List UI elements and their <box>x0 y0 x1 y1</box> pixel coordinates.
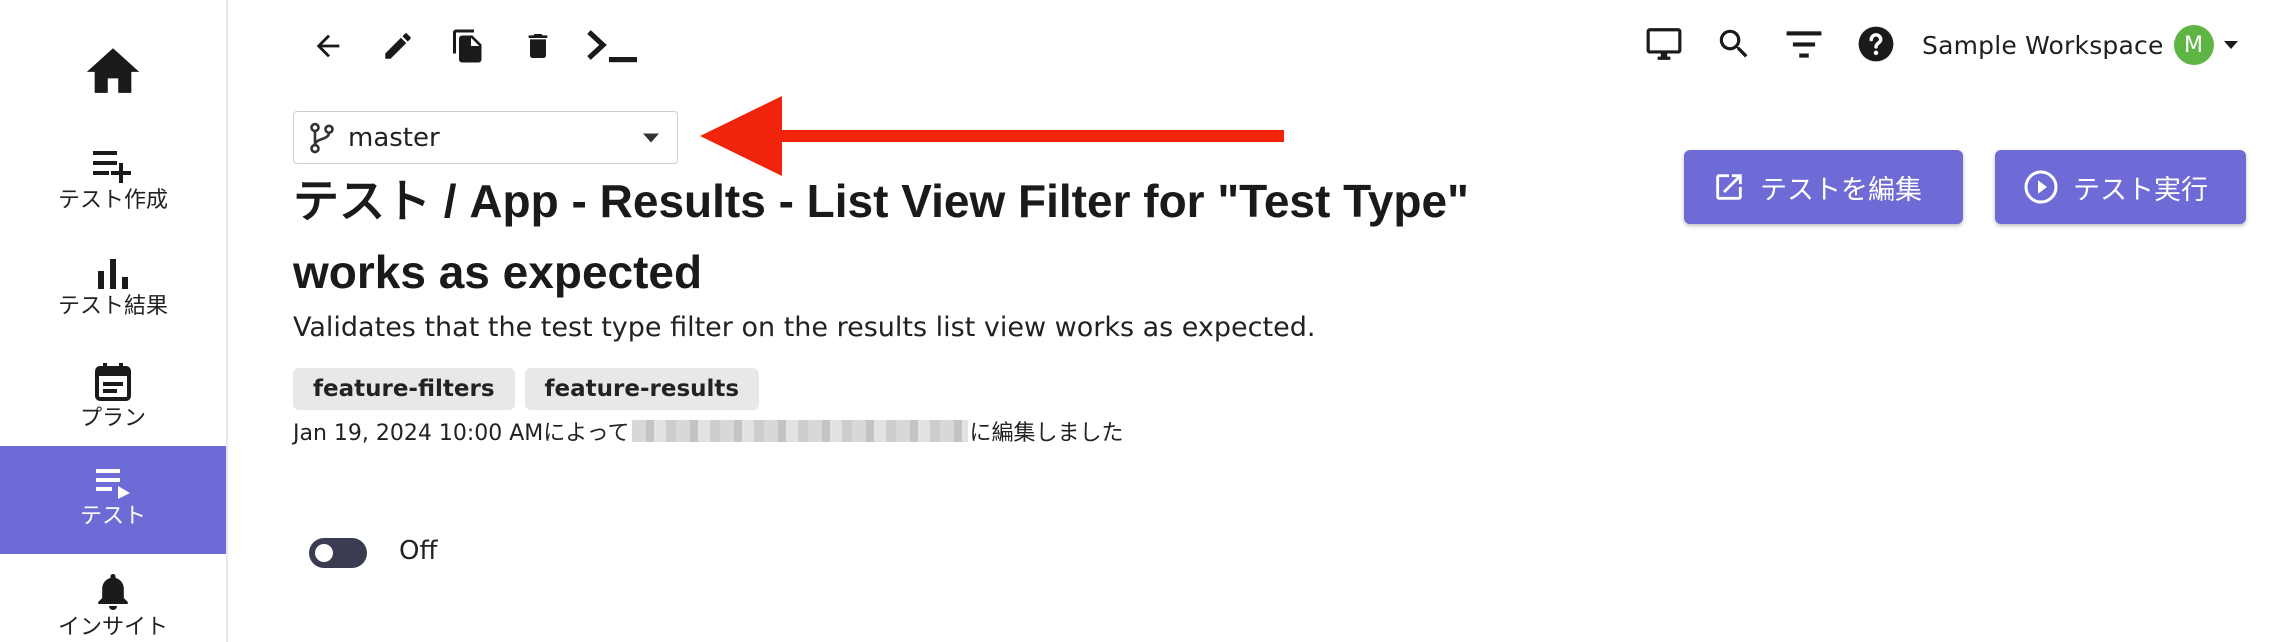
search-button[interactable] <box>1710 20 1758 68</box>
enable-toggle[interactable] <box>309 538 367 568</box>
sidebar-item-create-test[interactable]: テスト作成 <box>0 128 226 236</box>
tag-chip[interactable]: feature-filters <box>293 368 515 410</box>
avatar: M <box>2173 25 2214 65</box>
sidebar-item-tests[interactable]: テスト <box>0 446 226 554</box>
run-test-label: テスト実行 <box>2073 174 2208 206</box>
trash-icon <box>528 34 548 58</box>
workspace-switcher[interactable]: Sample Workspace M <box>1922 22 2238 68</box>
app-root: テスト作成 テスト結果 プラン テスト インサイト Sample Workspa… <box>0 0 2294 642</box>
edited-suffix: に編集しました <box>969 421 1124 446</box>
branch-select[interactable]: master <box>293 111 678 164</box>
edit-button[interactable] <box>374 22 422 70</box>
play-circle-icon <box>2024 170 2058 204</box>
sidebar-item-label: インサイト <box>57 615 168 640</box>
copy-icon <box>453 29 482 63</box>
external-link-icon <box>1716 174 1742 200</box>
sidebar-item-label: プラン <box>79 406 146 431</box>
edit-test-button[interactable]: テストを編集 <box>1684 150 1963 224</box>
pencil-icon <box>385 33 411 59</box>
workspace-name: Sample Workspace <box>1922 30 2164 60</box>
edited-info: Jan 19, 2024 10:00 AMによって に編集しました <box>293 416 1124 446</box>
bar-chart-icon <box>98 259 128 289</box>
caret-down-icon <box>2223 41 2238 49</box>
sidebar-item-test-results[interactable]: テスト結果 <box>0 236 226 344</box>
edit-test-label: テストを編集 <box>1760 174 1922 206</box>
playlist-add-icon <box>93 151 131 183</box>
playlist-play-icon <box>96 469 130 499</box>
sidebar-item-label: テスト結果 <box>57 294 168 319</box>
monitor-icon <box>1646 28 1682 60</box>
sidebar-item-label: テスト <box>79 504 146 529</box>
branch-value: master <box>348 122 440 153</box>
redacted-user <box>631 420 968 442</box>
terminal-icon <box>587 30 637 63</box>
help-button[interactable] <box>1852 20 1900 68</box>
toggle-knob <box>315 544 333 562</box>
home-icon <box>86 48 140 93</box>
display-button[interactable] <box>1640 20 1688 68</box>
calendar-icon <box>95 363 131 401</box>
tag-chip[interactable]: feature-results <box>524 368 760 410</box>
tag-list: feature-filters feature-results <box>293 368 760 410</box>
help-icon <box>1858 26 1894 62</box>
git-branch-icon <box>310 122 334 153</box>
caret-down-icon <box>643 133 659 142</box>
filter-button[interactable] <box>1780 20 1828 68</box>
edited-timestamp: Jan 19, 2024 10:00 AMによって <box>293 421 630 446</box>
home-button[interactable] <box>0 40 226 102</box>
page-title: テスト / App - Results - List View Filter f… <box>293 175 1469 298</box>
search-icon <box>1719 29 1748 58</box>
terminal-button[interactable] <box>584 22 642 70</box>
run-test-button[interactable]: テスト実行 <box>1995 150 2246 224</box>
bell-icon <box>98 574 128 610</box>
annotation-arrow <box>700 96 1284 176</box>
arrow-back-icon <box>316 34 340 58</box>
filter-icon <box>1786 31 1822 58</box>
sidebar: テスト作成 テスト結果 プラン テスト インサイト <box>0 0 228 642</box>
back-button[interactable] <box>304 22 352 70</box>
delete-button[interactable] <box>514 22 562 70</box>
sidebar-item-plans[interactable]: プラン <box>0 344 226 452</box>
toggle-label: Off <box>399 536 438 566</box>
sidebar-item-label: テスト作成 <box>57 188 168 213</box>
duplicate-button[interactable] <box>444 22 492 70</box>
sidebar-item-insights[interactable]: インサイト <box>0 554 226 642</box>
test-description: Validates that the test type filter on t… <box>293 312 1316 343</box>
